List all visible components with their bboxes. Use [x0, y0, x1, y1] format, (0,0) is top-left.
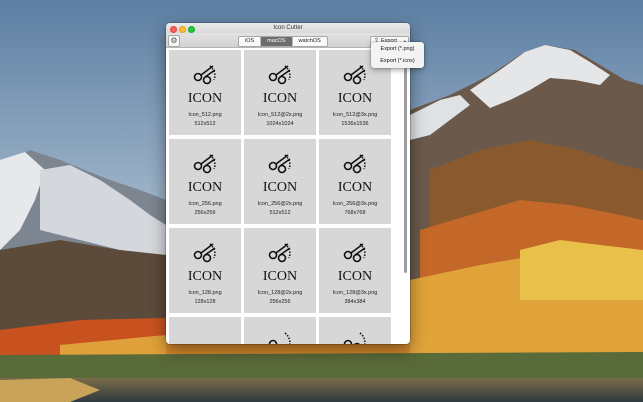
icon-file-name: Icon_512@2x.png — [257, 111, 303, 118]
icon-dimensions: 384x384 — [344, 298, 366, 305]
gear-icon[interactable]: ⚙ — [168, 35, 180, 47]
icon-file-name: Icon_128@2x.png — [257, 289, 303, 296]
icon-file-name: Icon_256@3x.png — [332, 200, 378, 207]
title-bar[interactable]: Icon Cutter — [166, 23, 410, 33]
window-title: Icon Cutter — [273, 25, 303, 31]
icon-dimensions: 256x256 — [194, 209, 216, 216]
icon-cell[interactable]: ICON Icon_256.png 256x256 — [169, 138, 241, 224]
icon-file-name: Icon_512.png — [188, 111, 222, 118]
menu-item-export-icns[interactable]: Export (*.icns) — [371, 56, 424, 67]
icon-preview — [268, 331, 291, 344]
icon-dimensions: 128x128 — [194, 298, 216, 305]
icon-art-label: ICON — [338, 269, 372, 284]
icon-cell[interactable]: ICON Icon_128@2x.png 256x256 — [244, 227, 316, 313]
icon-cell[interactable]: ICON Icon_256@2x.png 512x512 — [244, 138, 316, 224]
icon-file-name: Icon_512@3x.png — [332, 111, 378, 118]
scissors-icon — [343, 331, 366, 344]
icon-file-name: Icon_128.png — [188, 289, 222, 296]
icon-cell[interactable]: ICON Icon_256@3x.png 768x768 — [319, 138, 391, 224]
icon-art-label: ICON — [263, 269, 297, 284]
icon-dimensions: 512x512 — [194, 120, 216, 127]
segment-watchos[interactable]: watchOS — [293, 37, 327, 46]
menu-item-export-png[interactable]: Export (*.png) — [371, 44, 424, 55]
icon-file-name: Icon_128@3x.png — [332, 289, 378, 296]
icon-dimensions: 1536x1536 — [341, 120, 369, 127]
segment-ios[interactable]: iOS — [239, 36, 262, 46]
zoom-window-button[interactable] — [188, 25, 195, 33]
icon-dimensions: 768x768 — [344, 209, 366, 216]
icon-preview — [343, 331, 366, 344]
icon-art-label: ICON — [263, 91, 297, 106]
icon-grid-scroll-area[interactable]: ICON Icon_512.png 512x512 ICON Icon_512@… — [166, 47, 410, 344]
minimize-window-button[interactable] — [179, 25, 186, 33]
app-window: Icon Cutter ⚙ iOS macOS watchOS ⇪ Export… — [166, 23, 410, 344]
icon-cell[interactable] — [169, 316, 241, 344]
icon-cell[interactable] — [244, 316, 316, 344]
icon-dimensions: 512x512 — [269, 209, 291, 216]
platform-segmented-control: iOS macOS watchOS — [238, 35, 328, 47]
icon-cell[interactable]: ICON Icon_128@3x.png 384x384 — [319, 227, 391, 313]
icon-art-label: ICON — [188, 180, 222, 195]
icon-cell[interactable]: ICON Icon_512@2x.png 1024x1024 — [244, 49, 316, 135]
icon-preview: ICON — [263, 153, 297, 195]
icon-art-label: ICON — [188, 269, 222, 284]
icon-preview: ICON — [263, 64, 297, 106]
icon-preview: ICON — [188, 64, 222, 106]
export-menu: Export (*.png) Export (*.icns) — [371, 42, 424, 68]
icon-art-label: ICON — [263, 180, 297, 195]
icon-dimensions: 256x256 — [269, 298, 291, 305]
icon-cell[interactable] — [319, 316, 391, 344]
scissors-icon — [343, 64, 366, 84]
icon-dimensions: 1024x1024 — [266, 120, 294, 127]
scissors-icon — [268, 331, 291, 344]
icon-preview: ICON — [338, 242, 372, 284]
icon-art-label: ICON — [338, 180, 372, 195]
icon-preview: ICON — [188, 242, 222, 284]
scissors-icon — [343, 153, 366, 173]
scissors-icon — [193, 153, 216, 173]
vertical-scrollbar[interactable] — [404, 67, 407, 273]
close-window-button[interactable] — [170, 25, 177, 33]
icon-cell[interactable]: ICON Icon_512.png 512x512 — [169, 49, 241, 135]
icon-preview: ICON — [263, 242, 297, 284]
scissors-icon — [193, 242, 216, 262]
segment-macos[interactable]: macOS — [261, 36, 293, 46]
scissors-icon — [268, 64, 291, 84]
scissors-icon — [268, 153, 291, 173]
scissors-icon — [343, 242, 366, 262]
icon-preview: ICON — [188, 153, 222, 195]
icon-art-label: ICON — [338, 91, 372, 106]
scissors-icon — [268, 242, 291, 262]
icon-cell[interactable]: ICON Icon_128.png 128x128 — [169, 227, 241, 313]
icon-art-label: ICON — [188, 91, 222, 106]
scissors-icon — [193, 64, 216, 84]
icon-file-name: Icon_256.png — [188, 200, 222, 207]
icon-preview: ICON — [338, 153, 372, 195]
icon-file-name: Icon_256@2x.png — [257, 200, 303, 207]
